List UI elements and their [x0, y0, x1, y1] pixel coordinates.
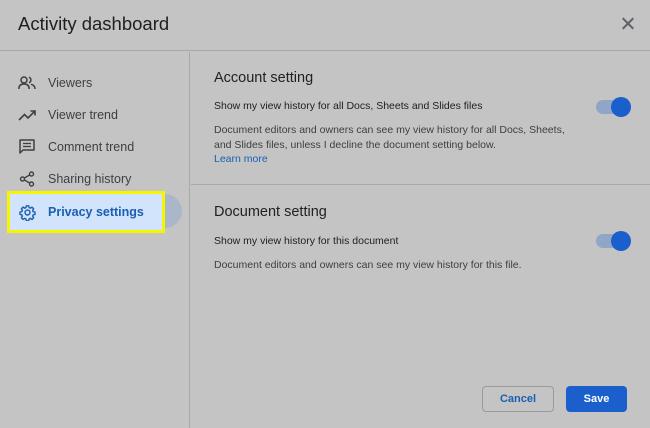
account-setting-title: Account setting [214, 70, 314, 86]
sidebar-item-label: Viewers [48, 76, 93, 90]
toggle-knob [611, 97, 631, 117]
sidebar-item-comment-trend[interactable]: Comment trend [0, 131, 190, 163]
trending-up-icon [17, 105, 37, 125]
document-toggle-label: Show my view history for this document [214, 235, 399, 247]
sidebar-item-label: Privacy settings [48, 205, 144, 219]
sidebar: Viewers Viewer trend Comment trend Shari… [0, 52, 190, 428]
share-icon [17, 169, 37, 189]
gear-icon [17, 202, 37, 222]
learn-more-link[interactable]: Learn more [214, 153, 268, 165]
account-setting-description: Document editors and owners can see my v… [214, 123, 574, 167]
sidebar-item-privacy-settings[interactable]: Privacy settings [0, 196, 160, 228]
close-icon[interactable] [617, 13, 639, 35]
people-icon [17, 73, 37, 93]
sidebar-item-viewers[interactable]: Viewers [0, 67, 190, 99]
toggle-knob [611, 231, 631, 251]
account-view-history-toggle[interactable] [596, 97, 631, 117]
save-button[interactable]: Save [566, 386, 627, 412]
settings-content: Account setting Show my view history for… [191, 52, 650, 428]
comment-icon [17, 137, 37, 157]
sidebar-item-viewer-trend[interactable]: Viewer trend [0, 99, 190, 131]
sidebar-item-label: Sharing history [48, 172, 132, 186]
cancel-button[interactable]: Cancel [482, 386, 554, 412]
sidebar-item-label: Viewer trend [48, 108, 118, 122]
section-divider [191, 184, 650, 185]
dialog-header: Activity dashboard [0, 0, 650, 51]
account-toggle-label: Show my view history for all Docs, Sheet… [214, 100, 483, 112]
sidebar-item-label: Comment trend [48, 140, 135, 154]
document-setting-description: Document editors and owners can see my v… [214, 259, 522, 271]
dialog-title: Activity dashboard [18, 13, 170, 34]
document-setting-title: Document setting [214, 204, 327, 220]
document-view-history-toggle[interactable] [596, 231, 631, 251]
activity-dashboard-dialog: Activity dashboard Viewers Viewer trend … [0, 0, 650, 428]
account-description-text: Document editors and owners can see my v… [214, 124, 565, 151]
